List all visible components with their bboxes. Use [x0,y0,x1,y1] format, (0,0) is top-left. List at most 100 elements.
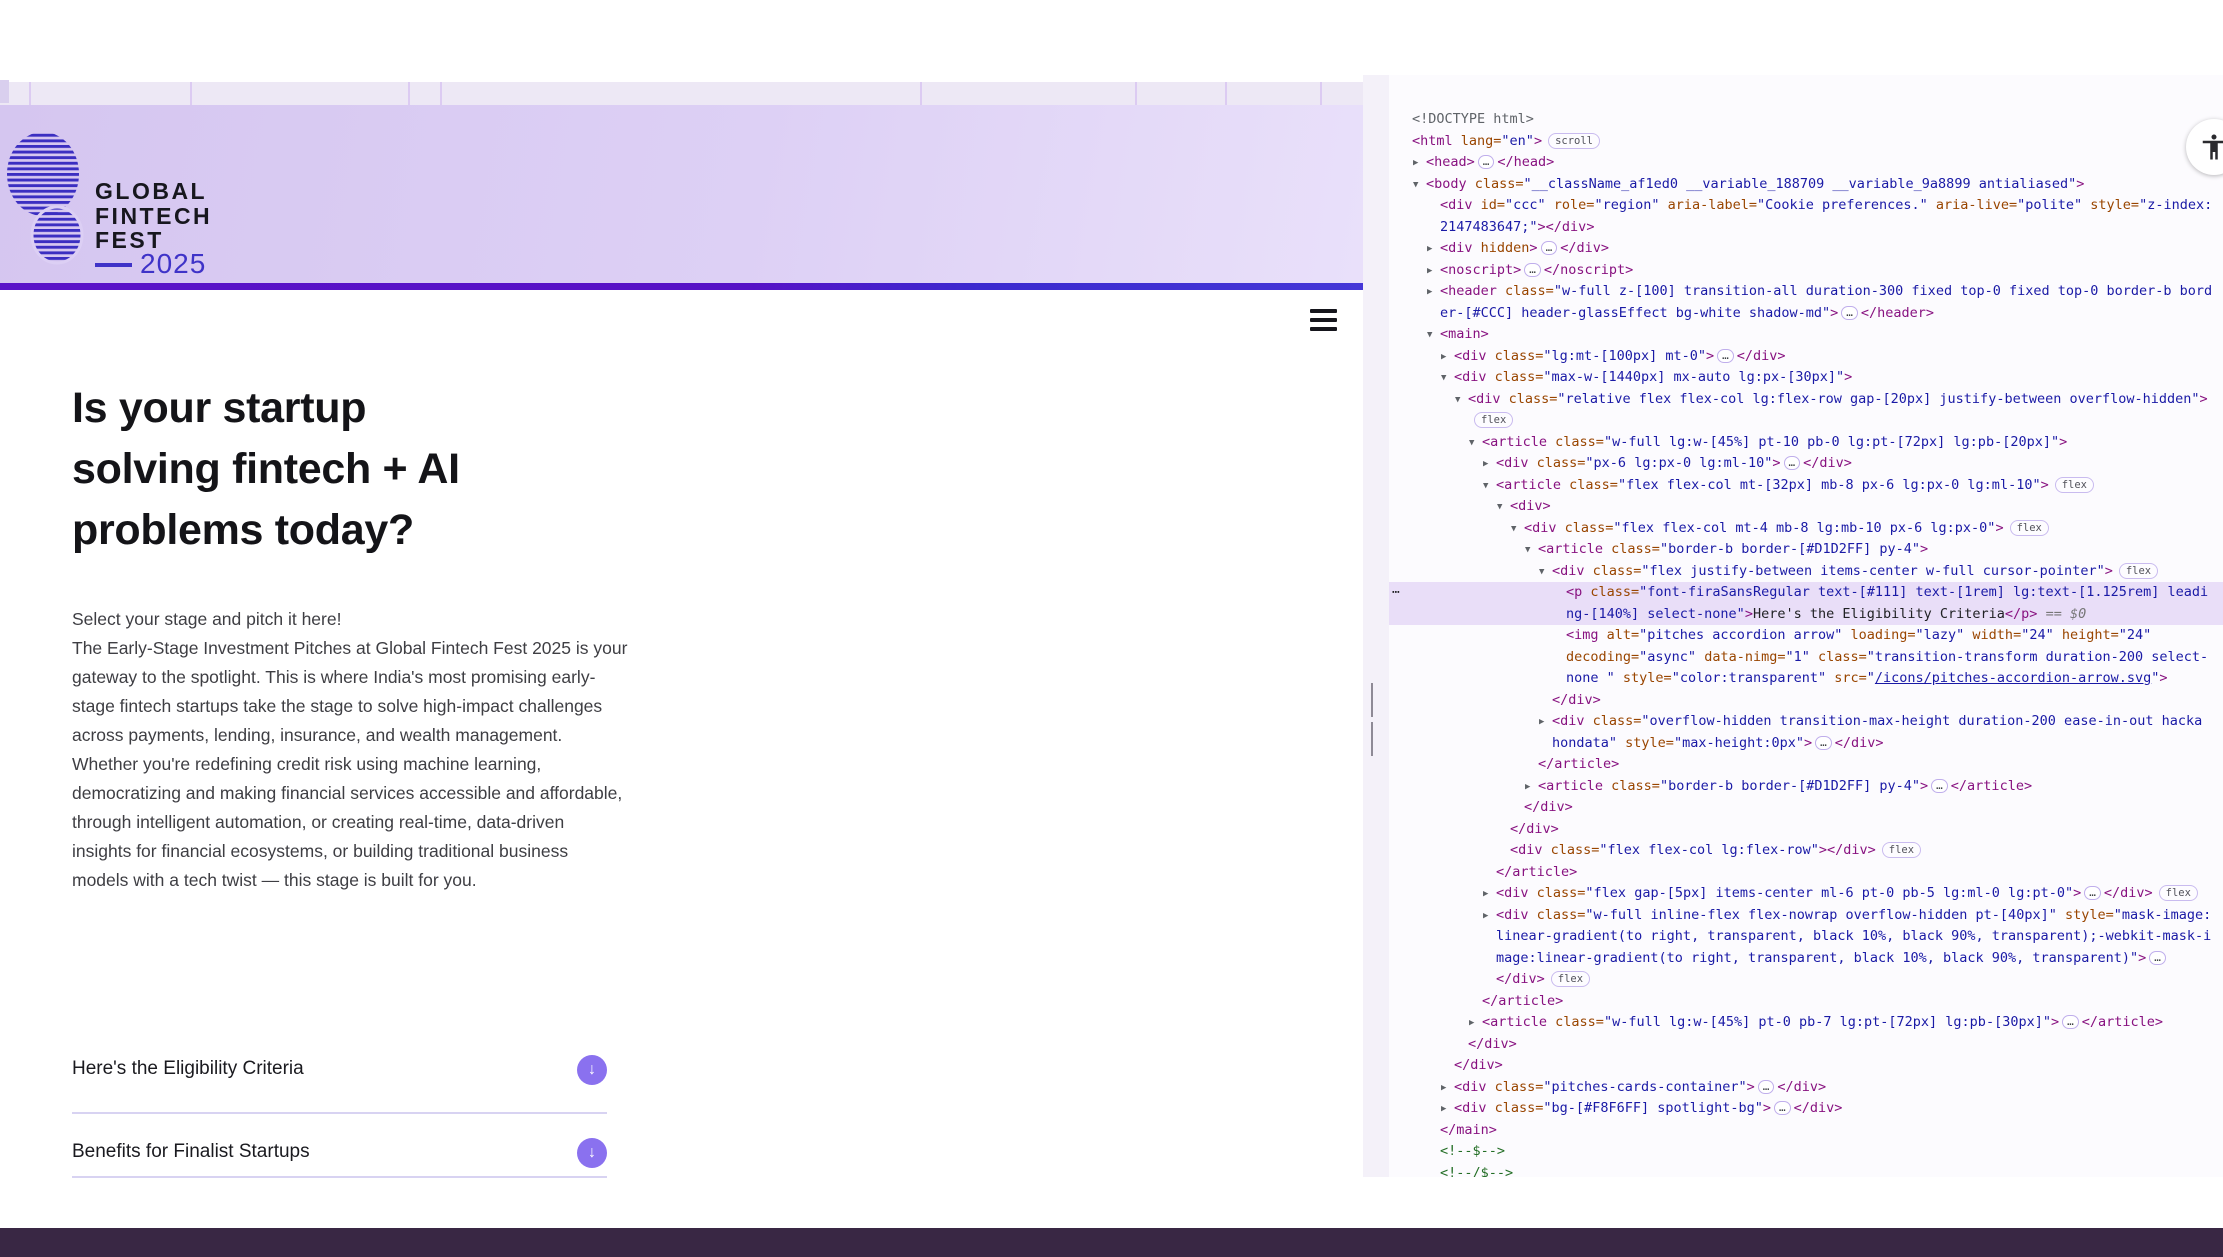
devtools-node-line[interactable]: ▶<head>…</head> [1389,152,2223,174]
devtools-node-line[interactable]: er-[#CCC] header-glassEffect bg-white sh… [1389,303,2223,325]
devtools-node-line[interactable]: </article> [1389,754,2223,776]
devtools-node-line[interactable]: ▼<article class="flex flex-col mt-[32px]… [1389,475,2223,497]
devtools-node-line[interactable]: <!--/$--> [1389,1163,2223,1178]
devtools-node-line[interactable]: ▶<div class="w-full inline-flex flex-now… [1389,905,2223,927]
node-expand-arrow-icon[interactable]: ▶ [1441,1078,1454,1099]
devtools-node-line[interactable]: none " style="color:transparent" src="/i… [1389,668,2223,690]
accordion-expand-button[interactable]: ↓ [577,1055,607,1085]
devtools-node-line[interactable]: </div> [1389,1055,2223,1077]
devtools-node-line[interactable]: ▶<div class="bg-[#F8F6FF] spotlight-bg">… [1389,1098,2223,1120]
devtools-node-line[interactable]: </div> [1389,1034,2223,1056]
flex-badge[interactable]: flex [2055,477,2094,493]
devtools-node-line[interactable]: ▼<article class="w-full lg:w-[45%] pt-10… [1389,432,2223,454]
node-expand-arrow-icon[interactable]: ▼ [1455,390,1468,411]
collapsed-children-ellipsis[interactable]: … [1784,456,1801,470]
devtools-node-line[interactable]: <div class="flex flex-col lg:flex-row"><… [1389,840,2223,862]
hamburger-menu-icon[interactable] [1310,309,1338,335]
flex-badge[interactable]: flex [1474,412,1513,428]
node-expand-arrow-icon[interactable]: ▶ [1427,239,1440,260]
collapsed-children-ellipsis[interactable]: … [2062,1015,2079,1029]
node-expand-arrow-icon[interactable]: ▶ [1525,777,1538,798]
devtools-node-line[interactable]: </div> [1389,819,2223,841]
flex-badge[interactable]: flex [2159,885,2198,901]
collapsed-children-ellipsis[interactable]: … [1478,155,1495,169]
devtools-node-line[interactable]: decoding="async" data-nimg="1" class="tr… [1389,647,2223,669]
node-expand-arrow-icon[interactable]: ▶ [1483,884,1496,905]
accordion-expand-button[interactable]: ↓ [577,1138,607,1168]
collapsed-children-ellipsis[interactable]: … [2084,886,2101,900]
node-expand-arrow-icon[interactable]: ▼ [1525,540,1538,561]
collapsed-children-ellipsis[interactable]: … [1541,241,1558,255]
collapsed-children-ellipsis[interactable]: … [1524,263,1541,277]
devtools-node-line[interactable]: ▼<div class="flex flex-col mt-4 mb-8 lg:… [1389,518,2223,540]
devtools-node-line[interactable]: ▶<div class="overflow-hidden transition-… [1389,711,2223,733]
devtools-node-selected[interactable]: ⋯<p class="font-firaSansRegular text-[#1… [1389,582,2223,604]
collapsed-children-ellipsis[interactable]: … [2149,951,2166,965]
devtools-node-line[interactable]: hondata" style="max-height:0px">…</div> [1389,733,2223,755]
devtools-node-line[interactable]: ▶<article class="w-full lg:w-[45%] pt-0 … [1389,1012,2223,1034]
devtools-node-line[interactable]: mage:linear-gradient(to right, transpare… [1389,948,2223,970]
devtools-node-line[interactable]: </article> [1389,862,2223,884]
devtools-node-line[interactable]: </article> [1389,991,2223,1013]
devtools-node-line[interactable]: ▶<header class="w-full z-[100] transitio… [1389,281,2223,303]
scroll-badge[interactable]: scroll [1548,133,1600,149]
devtools-node-line[interactable]: <div id="ccc" role="region" aria-label="… [1389,195,2223,217]
accordion-label[interactable]: Benefits for Finalist Startups [72,1141,310,1163]
devtools-node-line[interactable]: ▼<div class="max-w-[1440px] mx-auto lg:p… [1389,367,2223,389]
node-expand-arrow-icon[interactable]: ▶ [1441,347,1454,368]
devtools-node-line[interactable]: ▶<article class="border-b border-[#D1D2F… [1389,776,2223,798]
node-expand-arrow-icon[interactable]: ▼ [1413,175,1426,196]
devtools-node-line[interactable]: ▶<div hidden>…</div> [1389,238,2223,260]
flex-badge[interactable]: flex [2010,520,2049,536]
devtools-splitter[interactable] [1363,75,1389,1177]
collapsed-children-ellipsis[interactable]: … [1815,736,1832,750]
devtools-node-line[interactable]: </div> [1389,690,2223,712]
devtools-node-line[interactable]: ▼<body class="__className_af1ed0 __varia… [1389,174,2223,196]
node-expand-arrow-icon[interactable]: ▶ [1469,1013,1482,1034]
devtools-node-line[interactable]: </main> [1389,1120,2223,1142]
devtools-node-line[interactable]: ▶<div class="px-6 lg:px-0 lg:ml-10">…</d… [1389,453,2223,475]
devtools-node-line[interactable]: <!DOCTYPE html> [1389,109,2223,131]
devtools-node-line[interactable]: ▼<div> [1389,496,2223,518]
collapsed-children-ellipsis[interactable]: … [1758,1080,1775,1094]
devtools-node-line[interactable]: <!--$--> [1389,1141,2223,1163]
devtools-node-line[interactable]: ▼<div class="relative flex flex-col lg:f… [1389,389,2223,411]
devtools-node-line[interactable]: ▼<article class="border-b border-[#D1D2F… [1389,539,2223,561]
collapsed-children-ellipsis[interactable]: … [1717,349,1734,363]
node-expand-arrow-icon[interactable]: ▼ [1427,325,1440,346]
flex-badge[interactable]: flex [2119,563,2158,579]
flex-badge[interactable]: flex [1882,842,1921,858]
devtools-node-line[interactable]: ▼<main> [1389,324,2223,346]
collapsed-children-ellipsis[interactable]: … [1841,306,1858,320]
devtools-node-line[interactable]: <html lang="en">scroll [1389,131,2223,153]
node-expand-arrow-icon[interactable]: ▶ [1413,153,1426,174]
devtools-node-line[interactable]: linear-gradient(to right, transparent, b… [1389,926,2223,948]
devtools-elements-panel[interactable]: <!DOCTYPE html><html lang="en">scroll▶<h… [1389,75,2223,1177]
node-expand-arrow-icon[interactable]: ▼ [1483,476,1496,497]
node-menu-dots-icon[interactable]: ⋯ [1392,582,1401,604]
node-expand-arrow-icon[interactable]: ▼ [1469,433,1482,454]
node-expand-arrow-icon[interactable]: ▼ [1539,562,1552,583]
splitter-grip-icon[interactable] [1371,683,1380,717]
node-expand-arrow-icon[interactable]: ▶ [1483,454,1496,475]
node-expand-arrow-icon[interactable]: ▶ [1441,1099,1454,1120]
node-expand-arrow-icon[interactable]: ▼ [1511,519,1524,540]
gff-logo[interactable]: GLOBALFINTECHFEST 2025 [6,117,226,277]
devtools-node-line[interactable]: </div> [1389,797,2223,819]
devtools-node-line[interactable]: ▶<noscript>…</noscript> [1389,260,2223,282]
devtools-node-line[interactable]: ▶<div class="lg:mt-[100px] mt-0">…</div> [1389,346,2223,368]
node-expand-arrow-icon[interactable]: ▶ [1539,712,1552,733]
flex-badge[interactable]: flex [1551,971,1590,987]
accordion-label[interactable]: Here's the Eligibility Criteria [72,1058,304,1080]
node-expand-arrow-icon[interactable]: ▶ [1427,282,1440,303]
collapsed-children-ellipsis[interactable]: … [1774,1101,1791,1115]
devtools-node-line[interactable]: ▶<div class="pitches-cards-container">…<… [1389,1077,2223,1099]
node-expand-arrow-icon[interactable]: ▶ [1483,906,1496,927]
devtools-node-line[interactable]: <img alt="pitches accordion arrow" loadi… [1389,625,2223,647]
devtools-node-line[interactable]: ▶<div class="flex gap-[5px] items-center… [1389,883,2223,905]
node-expand-arrow-icon[interactable]: ▶ [1427,261,1440,282]
devtools-node-line[interactable]: </div>flex [1389,969,2223,991]
node-expand-arrow-icon[interactable]: ▼ [1441,368,1454,389]
node-expand-arrow-icon[interactable]: ▼ [1497,497,1510,518]
devtools-node-line[interactable]: ▼<div class="flex justify-between items-… [1389,561,2223,583]
